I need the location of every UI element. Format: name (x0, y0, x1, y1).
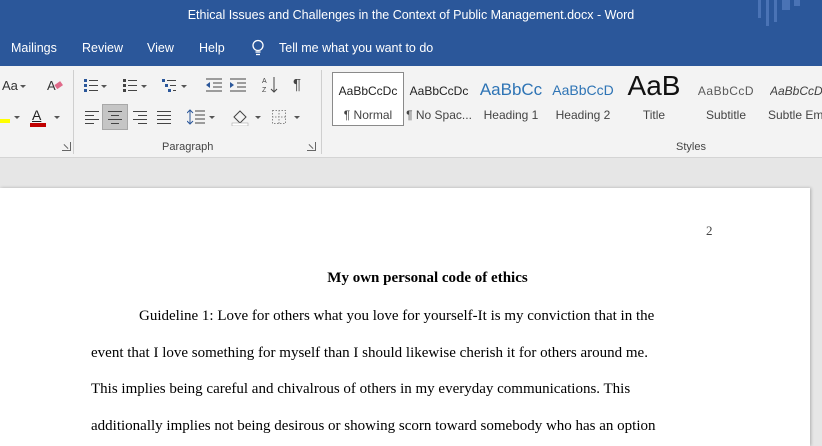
style-name: ¶ Normal (343, 108, 393, 122)
style-normal[interactable]: AaBbCcDc ¶ Normal (332, 72, 404, 126)
increase-indent-icon[interactable] (230, 78, 246, 92)
style-title[interactable]: AaB Title (618, 70, 690, 128)
title-bar: Ethical Issues and Challenges in the Con… (0, 0, 822, 32)
paragraph-line: Guideline 1: Love for others what you lo… (139, 308, 655, 324)
paragraph-dialog-launcher-icon[interactable] (307, 142, 316, 151)
svg-text:Z: Z (262, 87, 267, 94)
align-center-button[interactable] (102, 104, 128, 130)
numbering-icon[interactable] (123, 79, 137, 92)
chevron-down-icon[interactable] (209, 116, 215, 119)
document-heading: My own personal code of ethics (327, 270, 528, 286)
chevron-down-icon[interactable] (20, 85, 26, 88)
justify-icon[interactable] (157, 111, 171, 124)
style-name: Heading 1 (483, 108, 539, 122)
document-page[interactable]: 2 My own personal code of ethics Guideli… (0, 188, 810, 446)
shading-icon[interactable] (231, 108, 249, 126)
style-no-spacing[interactable]: AaBbCcDc ¶ No Spac... (403, 72, 475, 128)
style-subtitle[interactable]: AaBbCcD Subtitle (690, 72, 762, 128)
group-separator (73, 70, 74, 154)
style-subtle-emphasis[interactable]: AaBbCcDd Subtle Em... (762, 72, 822, 128)
chevron-down-icon[interactable] (54, 116, 60, 119)
style-name: Subtle Em... (768, 108, 822, 122)
chevron-down-icon[interactable] (181, 85, 187, 88)
chevron-down-icon[interactable] (101, 85, 107, 88)
multilevel-list-icon[interactable] (162, 79, 176, 92)
chevron-down-icon[interactable] (255, 116, 261, 119)
style-sample: AaBbCcDc (409, 84, 469, 98)
style-heading-1[interactable]: AaBbCc Heading 1 (475, 72, 547, 128)
show-formatting-marks-icon[interactable]: ¶ (293, 76, 301, 93)
style-sample: AaBbCc (479, 80, 543, 99)
ribbon: Aa A A A Z ¶ Paragraph AaBbCcDc ¶ Normal… (0, 66, 822, 158)
style-name: Heading 2 (555, 108, 611, 122)
paragraph-line: additionally implies not being desirous … (91, 418, 656, 434)
chevron-down-icon[interactable] (14, 116, 20, 119)
bullets-icon[interactable] (84, 79, 98, 92)
group-separator (321, 70, 322, 154)
tab-review[interactable]: Review (82, 41, 123, 55)
font-dialog-launcher-icon[interactable] (62, 142, 71, 151)
ribbon-tabs: Mailings Review View Help Tell me what y… (0, 32, 822, 66)
clear-formatting-icon[interactable]: A (46, 77, 64, 93)
paragraph-group-label: Paragraph (162, 141, 214, 153)
svg-text:A: A (47, 78, 56, 93)
tab-mailings[interactable]: Mailings (11, 41, 57, 55)
chevron-down-icon[interactable] (294, 116, 300, 119)
borders-icon[interactable] (272, 110, 286, 124)
tab-view[interactable]: View (147, 41, 174, 55)
paragraph-line: event that I love something for myself t… (91, 345, 648, 361)
decrease-indent-icon[interactable] (206, 78, 222, 92)
style-sample: AaBbCcDd (770, 84, 822, 98)
style-sample: AaBbCcD (697, 84, 755, 98)
tell-me-search[interactable]: Tell me what you want to do (279, 41, 433, 55)
style-sample: AaB (627, 70, 681, 101)
sort-icon[interactable]: A Z (262, 76, 278, 94)
window-title: Ethical Issues and Challenges in the Con… (187, 8, 635, 22)
tab-help[interactable]: Help (199, 41, 225, 55)
font-color-swatch (30, 123, 46, 127)
font-color-icon[interactable]: A (32, 107, 41, 123)
decorative-graphic (758, 0, 800, 26)
chevron-down-icon[interactable] (141, 85, 147, 88)
style-heading-2[interactable]: AaBbCcD Heading 2 (547, 72, 619, 128)
style-sample: AaBbCcD (552, 82, 614, 98)
align-left-icon[interactable] (85, 111, 99, 124)
change-case-button[interactable]: Aa (2, 78, 18, 93)
line-spacing-icon[interactable] (187, 109, 205, 125)
style-name: Title (642, 108, 666, 122)
page-number: 2 (706, 223, 713, 238)
style-name: ¶ No Spac... (406, 108, 472, 122)
style-sample: AaBbCcDc (338, 84, 398, 98)
align-center-icon (108, 111, 122, 124)
svg-text:A: A (262, 78, 267, 85)
align-right-icon[interactable] (133, 111, 147, 124)
lightbulb-icon[interactable] (250, 39, 266, 57)
highlight-color-swatch[interactable] (0, 119, 10, 123)
paragraph-line: This implies being careful and chivalrou… (91, 381, 631, 397)
style-name: Subtitle (705, 108, 747, 122)
styles-group-label: Styles (676, 141, 706, 153)
